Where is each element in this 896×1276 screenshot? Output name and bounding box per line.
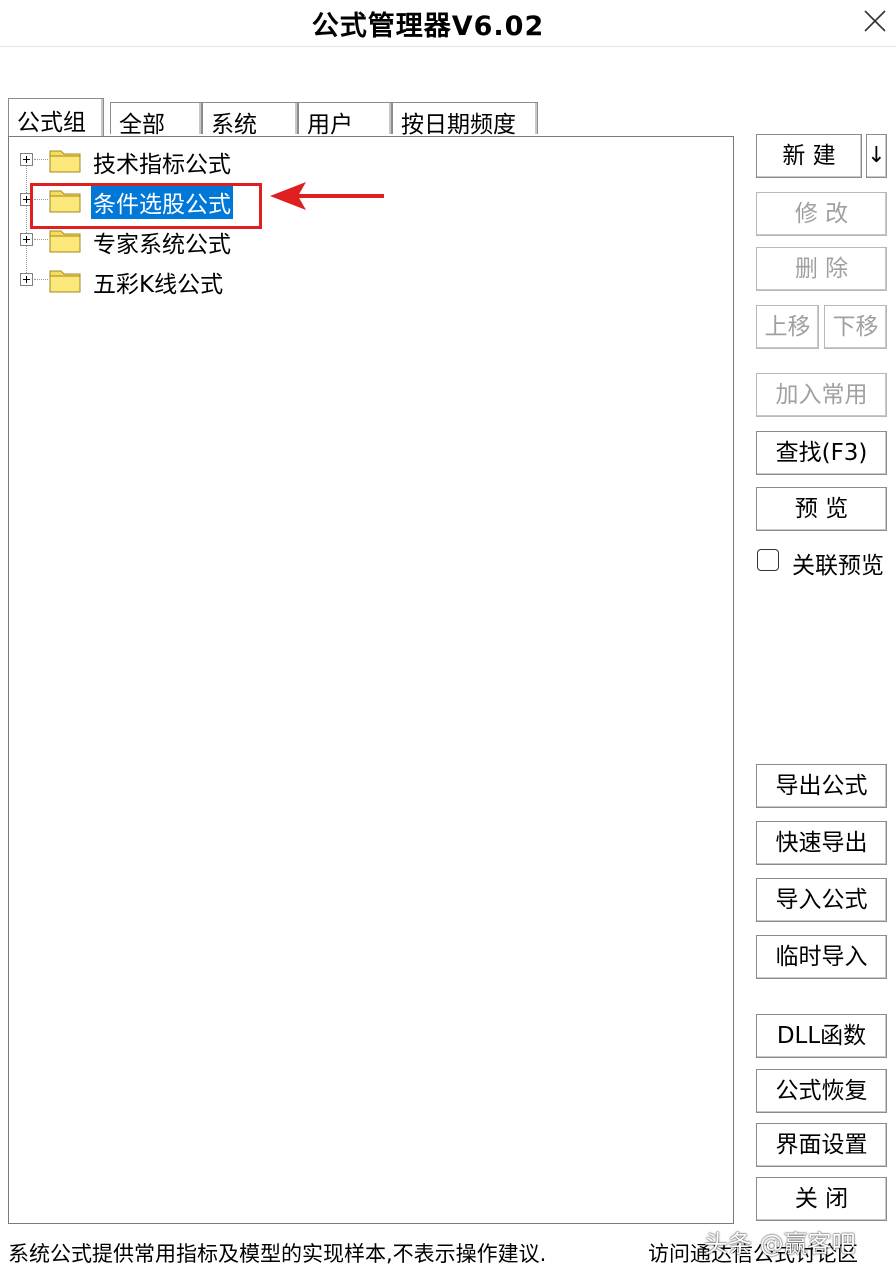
linked-preview-checkbox[interactable] xyxy=(757,549,779,571)
new-button[interactable]: 新 建 xyxy=(756,134,862,178)
move-up-button[interactable]: 上移 xyxy=(756,305,819,349)
tab-user[interactable]: 用户 xyxy=(298,102,392,138)
tree-connector xyxy=(34,239,48,240)
close-icon[interactable] xyxy=(862,8,888,34)
ui-settings-button[interactable]: 界面设置 xyxy=(756,1123,887,1167)
modify-button[interactable]: 修 改 xyxy=(756,192,887,236)
tab-formula-group[interactable]: 公式组 xyxy=(8,98,104,136)
expand-icon[interactable] xyxy=(20,273,33,286)
delete-button[interactable]: 删 除 xyxy=(756,247,887,291)
find-button[interactable]: 查找(F3) xyxy=(756,431,887,475)
export-formula-button[interactable]: 导出公式 xyxy=(756,764,887,808)
formula-tree[interactable]: 技术指标公式 条件选股公式 专家系统公式 五彩K线公式 xyxy=(8,136,734,1224)
tab-all[interactable]: 全部 xyxy=(110,102,202,138)
formula-restore-button[interactable]: 公式恢复 xyxy=(756,1069,887,1113)
window-title: 公式管理器V6.02 xyxy=(311,11,545,42)
folder-icon xyxy=(49,270,81,293)
temp-import-button[interactable]: 临时导入 xyxy=(756,935,887,979)
title-bar: 公式管理器V6.02 xyxy=(0,0,896,47)
import-formula-button[interactable]: 导入公式 xyxy=(756,878,887,922)
annotation-arrow-icon xyxy=(270,182,384,210)
tree-node-label: 专家系统公式 xyxy=(93,232,231,258)
tab-by-date-frequency[interactable]: 按日期频度 xyxy=(392,102,538,138)
tab-system[interactable]: 系统 xyxy=(202,102,298,138)
tree-connector xyxy=(34,159,48,160)
dll-function-button[interactable]: DLL函数 xyxy=(756,1014,887,1058)
add-to-common-button[interactable]: 加入常用 xyxy=(756,373,887,417)
watermark: 头条 @赢客吧 xyxy=(704,1230,856,1258)
quick-export-button[interactable]: 快速导出 xyxy=(756,821,887,865)
tree-connector xyxy=(26,161,27,277)
tree-node-label: 技术指标公式 xyxy=(93,152,231,178)
tree-connector xyxy=(34,279,48,280)
new-dropdown-button[interactable]: ↓ xyxy=(866,134,887,178)
tree-node-color-kline[interactable]: 五彩K线公式 xyxy=(9,262,709,298)
linked-preview-label: 关联预览 xyxy=(792,553,884,579)
close-button[interactable]: 关 闭 xyxy=(756,1177,887,1221)
annotation-highlight-box xyxy=(30,183,262,229)
expand-icon[interactable] xyxy=(20,153,33,166)
tree-node-technical[interactable]: 技术指标公式 xyxy=(9,142,709,178)
move-down-button[interactable]: 下移 xyxy=(824,305,887,349)
expand-icon[interactable] xyxy=(20,233,33,246)
folder-icon xyxy=(49,230,81,253)
tree-node-label: 五彩K线公式 xyxy=(93,272,224,298)
folder-icon xyxy=(49,150,81,173)
preview-button[interactable]: 预 览 xyxy=(756,487,887,531)
